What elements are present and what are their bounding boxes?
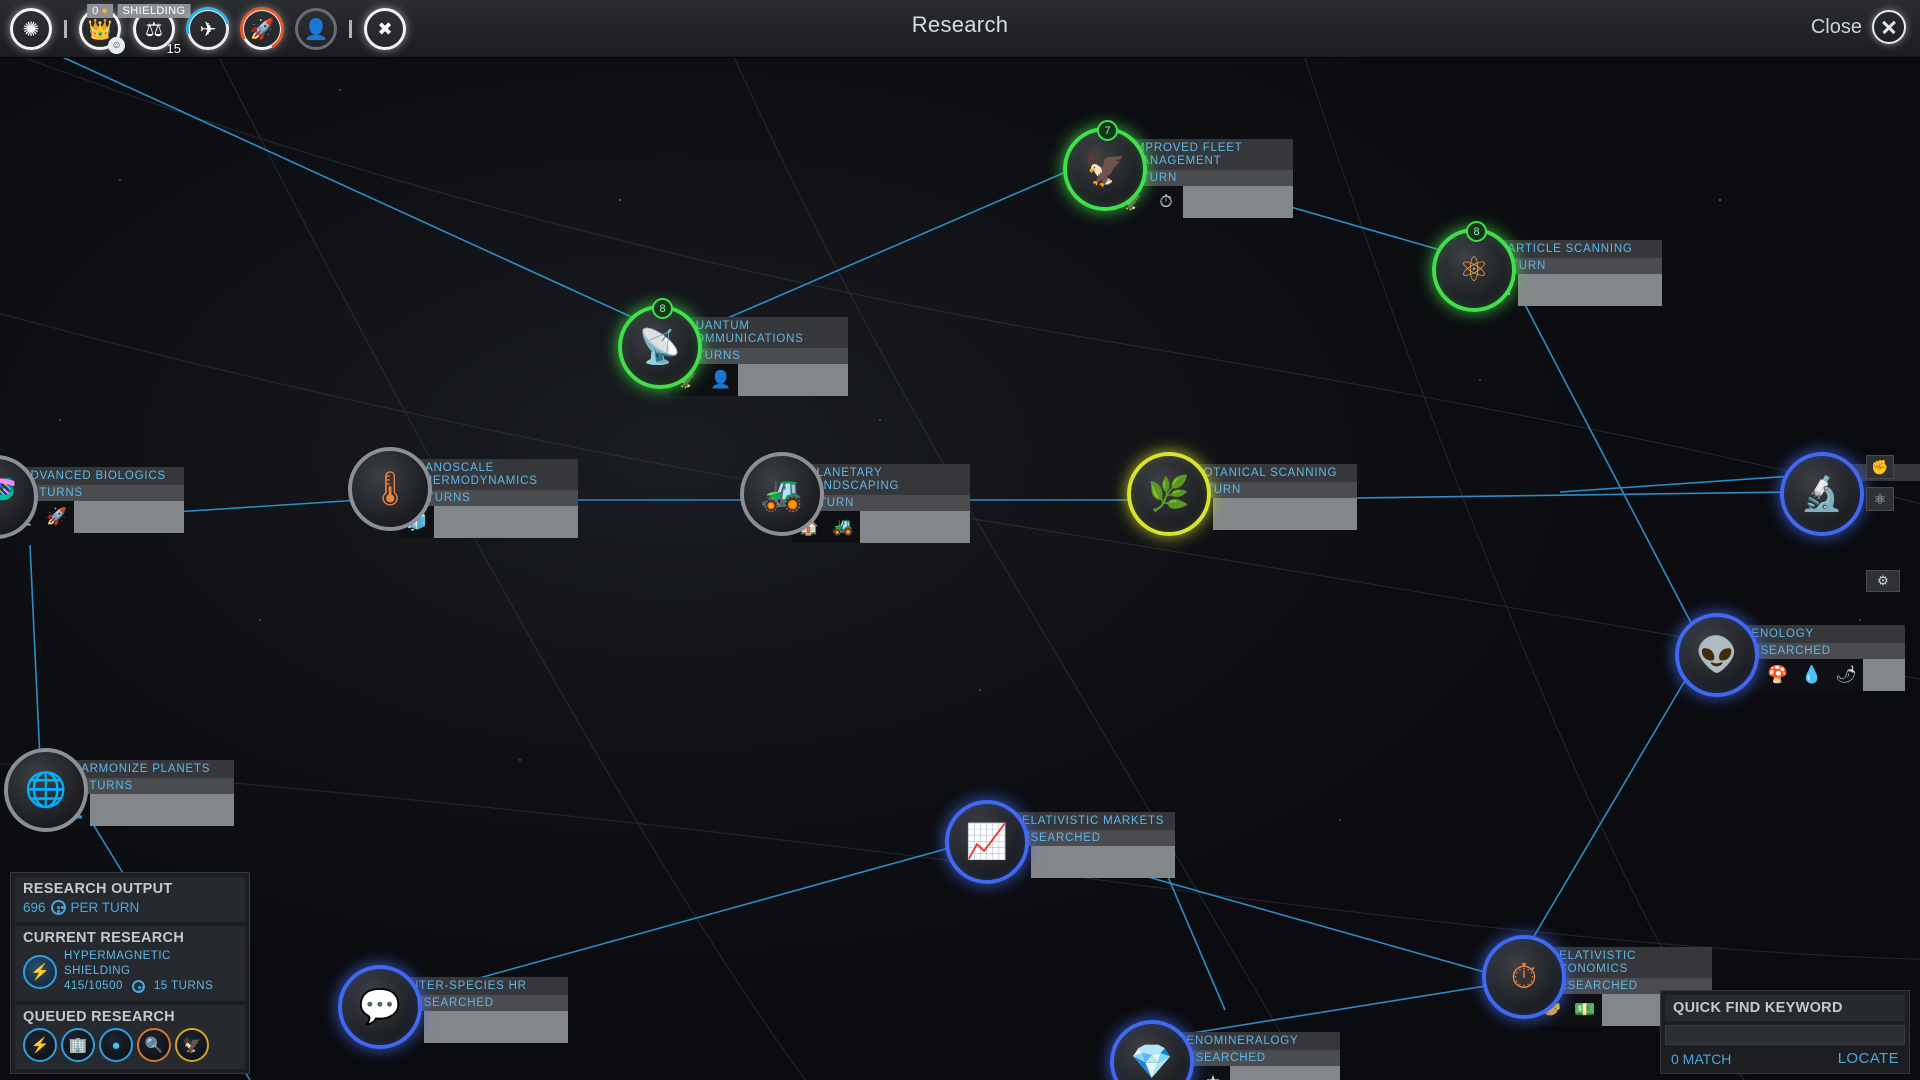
science-icon bbox=[131, 980, 145, 993]
star-icon: ★ bbox=[1196, 1066, 1230, 1080]
science-icon bbox=[50, 900, 66, 915]
quick-find-panel: QUICK FIND KEYWORD 0 MATCH LOCATE bbox=[1660, 990, 1910, 1074]
node-effect-filler bbox=[1863, 659, 1905, 691]
research-output-value: 696 bbox=[23, 900, 46, 915]
current-research-progress: 415/10500 bbox=[64, 980, 123, 992]
node-title-line2: MANAGEMENT bbox=[1131, 155, 1222, 167]
close-circle-icon bbox=[1872, 10, 1906, 44]
queued-item-shield-arc-icon[interactable]: ● bbox=[99, 1028, 133, 1062]
node-effects: 🧊 bbox=[400, 506, 578, 538]
node-effects: 🦅 👤 bbox=[670, 364, 848, 396]
research-output-value-row: 696 PER TURN bbox=[23, 900, 237, 915]
quick-find-heading: QUICK FIND KEYWORD bbox=[1665, 995, 1905, 1021]
node-effect-filler bbox=[860, 511, 970, 543]
queued-research-section: QUEUED RESEARCH ⚡ 🏢 ● 🔍 🦅 bbox=[15, 1005, 245, 1069]
current-research-row[interactable]: ⚡ HYPERMAGNETIC SHIELDING 415/10500 15 T… bbox=[23, 949, 237, 994]
harmonize-globe-icon: 🌐 bbox=[4, 748, 88, 832]
tech-tree: IMPROVED FLEET MANAGEMENT 1 TURN 🦅 ⏱ 🦅 7 PARTIC… bbox=[0, 0, 1920, 1080]
pepper-icon: 🌶 bbox=[1835, 665, 1857, 684]
hypermagnetic-shielding-icon: ⚡ bbox=[23, 954, 57, 989]
node-effect-filler bbox=[1230, 1066, 1340, 1080]
current-research-heading: CURRENT RESEARCH bbox=[23, 930, 185, 946]
node-level-badge: 8 bbox=[652, 298, 673, 319]
quick-find-match-count: 0 MATCH bbox=[1671, 1050, 1732, 1067]
node-effect-filler bbox=[1213, 498, 1357, 530]
window-titlebar: ✺ 0 ● 👑 ☺ SHIELDING ⚖ 15 ✈ 🚀 👤 ✖ Research bbox=[0, 0, 1920, 60]
node-level-badge: 7 bbox=[1097, 120, 1118, 141]
population-link-icon: 👤 bbox=[710, 370, 732, 389]
page-title: Research bbox=[911, 12, 1009, 37]
current-research-section: CURRENT RESEARCH ⚡ HYPERMAGNETIC SHIELDI… bbox=[15, 926, 245, 1001]
current-research-turns: 15 TURNS bbox=[153, 980, 214, 992]
research-output-panel: RESEARCH OUTPUT 696 PER TURN CURRENT RES… bbox=[10, 872, 250, 1074]
flask-magnifier-icon: 🔬 bbox=[1780, 452, 1864, 536]
node-title-line2: COMMUNICATIONS bbox=[686, 333, 804, 345]
node-effect-filler bbox=[1183, 186, 1293, 218]
tractor-icon: 🚜 bbox=[740, 452, 824, 536]
species-dialog-icon: 💬 bbox=[338, 965, 422, 1049]
close-label: Close bbox=[1810, 15, 1862, 38]
node-effect-filler bbox=[1031, 846, 1175, 878]
queued-research-list: ⚡ 🏢 ● 🔍 🦅 bbox=[23, 1028, 237, 1062]
node-title-line1: NANOSCALE bbox=[416, 462, 495, 474]
node-effect-filler bbox=[90, 794, 234, 826]
queued-item-hypermagnetic-shielding-icon[interactable]: ⚡ bbox=[23, 1028, 57, 1062]
node-effect-filler bbox=[74, 501, 184, 533]
quick-find-input[interactable] bbox=[1665, 1025, 1905, 1045]
stopwatch-pie-icon: ⏱ bbox=[1482, 935, 1566, 1019]
thermometer-icon: 🌡 bbox=[348, 447, 432, 531]
queued-research-heading: QUEUED RESEARCH bbox=[23, 1009, 175, 1025]
research-output-section: RESEARCH OUTPUT 696 PER TURN bbox=[15, 877, 245, 922]
shielding-value: 15 bbox=[166, 41, 181, 56]
node-effects: 🦅 ⏱ bbox=[1115, 186, 1293, 218]
node-effect-filler bbox=[738, 364, 848, 396]
edge-effect-gear: ⚙ bbox=[1866, 570, 1900, 592]
queued-item-fleet-eagle-icon[interactable]: 🦅 bbox=[175, 1028, 209, 1062]
stopwatch-star-icon: ⏱ bbox=[1159, 192, 1173, 211]
current-research-text: HYPERMAGNETIC SHIELDING 415/10500 15 TUR… bbox=[64, 949, 237, 994]
node-title-line1: IMPROVED FLEET bbox=[1131, 142, 1243, 154]
research-output-suffix: PER TURN bbox=[70, 900, 140, 915]
market-chart-icon: 📈 bbox=[945, 800, 1029, 884]
quick-find-locate-button[interactable]: LOCATE bbox=[1838, 1050, 1899, 1067]
node-effect-filler bbox=[424, 1011, 568, 1043]
alien-magnifier-icon: 👽 bbox=[1675, 613, 1759, 697]
edge-effect-fist: ✊ bbox=[1866, 455, 1894, 479]
node-effect-filler bbox=[1518, 274, 1662, 306]
current-research-sub: 415/10500 15 TURNS bbox=[64, 979, 237, 994]
queued-item-city-infrastructure-icon[interactable]: 🏢 bbox=[61, 1028, 95, 1062]
quick-find-row: 0 MATCH LOCATE bbox=[1665, 1047, 1905, 1069]
edge-effect-atom: ⚛ bbox=[1866, 487, 1894, 511]
bio-ship-icon: 🚀 bbox=[46, 507, 68, 526]
smiley-badge: ☺ bbox=[108, 37, 125, 54]
queued-item-xeno-scan-icon[interactable]: 🔍 bbox=[137, 1028, 171, 1062]
node-effects: 🏠 🚜 bbox=[792, 511, 970, 543]
mineral-magnifier-icon: 💎 bbox=[1110, 1020, 1194, 1080]
node-effect-filler bbox=[434, 506, 578, 538]
close-button[interactable]: Close bbox=[1811, 10, 1906, 44]
droplet-icon: 💧 bbox=[1801, 665, 1823, 684]
current-research-name: HYPERMAGNETIC SHIELDING bbox=[64, 950, 171, 977]
banknote-50-icon: 💵 bbox=[1574, 1000, 1596, 1019]
node-level-badge: 8 bbox=[1466, 221, 1487, 242]
node-title-line2: THERMODYNAMICS bbox=[416, 475, 538, 487]
node-title-line1: QUANTUM bbox=[686, 320, 750, 332]
mushroom-icon: 🍄 bbox=[1767, 665, 1789, 684]
research-output-heading: RESEARCH OUTPUT bbox=[23, 881, 173, 897]
plant-magnifier-icon: 🌿 bbox=[1127, 452, 1211, 536]
tractor-icon: 🚜 bbox=[832, 517, 854, 536]
